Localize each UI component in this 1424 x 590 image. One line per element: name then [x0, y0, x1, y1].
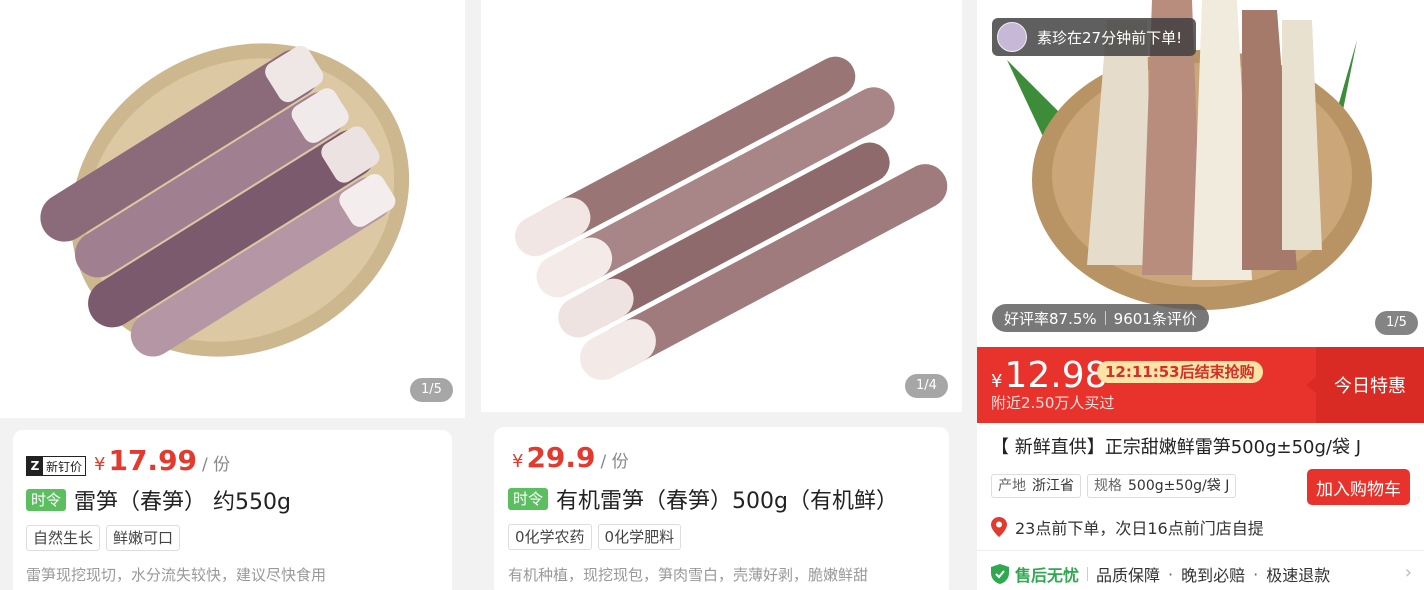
- promo-banner: ¥ 12.98 12:11:53后结束抢购 附近2.50万人买过 今日特惠: [977, 347, 1424, 423]
- image-counter: 1/4: [905, 374, 948, 398]
- location-pin-icon: [991, 517, 1007, 537]
- image-counter: 1/5: [1375, 311, 1418, 335]
- z-logo-icon: Z: [27, 457, 43, 475]
- bamboo-shoots-image: [515, 56, 948, 381]
- nearby-buyers: 附近2.50万人买过: [991, 394, 1115, 412]
- price-unit: / 份: [202, 455, 231, 475]
- product-image-2[interactable]: [481, 0, 962, 412]
- avatar: [997, 22, 1027, 52]
- product-info-card: ¥ 29.9 / 份 时令 有机雷笋（春笋）500g（有机鲜） 0化学农药 0化…: [494, 427, 949, 590]
- product-title: 【 新鲜直供】正宗甜嫩鲜雷笋500g±50g/袋 J: [991, 437, 1362, 458]
- price: 29.9: [526, 441, 596, 474]
- price: 17.99: [108, 444, 198, 477]
- product-image-1[interactable]: [0, 0, 465, 418]
- feature-tag: 自然生长: [26, 525, 101, 551]
- season-tag: 时令: [26, 489, 67, 511]
- product-card-2[interactable]: 1/4 ¥ 29.9 / 份 时令 有机雷笋（春笋）500g（有机鲜） 0化学农…: [481, 0, 962, 590]
- image-counter: 1/5: [410, 378, 453, 402]
- pickup-info: 23点前下单，次日16点前门店自提: [991, 515, 1264, 539]
- origin-spec: 产地 浙江省: [991, 474, 1081, 498]
- feature-tag: 鲜嫩可口: [106, 525, 181, 551]
- spec-row: 产地 浙江省 规格 500g±50g/袋 J: [991, 474, 1237, 498]
- product-title[interactable]: 雷笋（春笋） 约550g: [74, 484, 291, 516]
- season-tag: 时令: [508, 488, 549, 510]
- fresh-price-badge: Z 新钉价: [26, 456, 87, 476]
- service-row[interactable]: 售后无忧 品质保障 · 晚到必赔 · 极速退款: [991, 562, 1330, 586]
- product-info-card: Z 新钉价 ¥ 17.99 / 份 时令 雷笋（春笋） 约550g 自然生长 鲜…: [13, 430, 452, 590]
- add-to-cart-button[interactable]: 加入购物车: [1307, 469, 1410, 505]
- feature-tag: 0化学肥料: [597, 524, 682, 550]
- chevron-right-icon[interactable]: ›: [1405, 562, 1412, 583]
- today-deal-label: 今日特惠: [1306, 347, 1424, 423]
- size-spec: 规格 500g±50g/袋 J: [1087, 474, 1237, 498]
- order-notification: 素珍在27分钟前下单!: [992, 18, 1197, 56]
- feature-tag: 0化学农药: [508, 524, 592, 550]
- shield-check-icon: [991, 564, 1009, 584]
- promo-price: 12.98: [1004, 355, 1108, 396]
- product-card-1[interactable]: 1/5 Z 新钉价 ¥ 17.99 / 份 时令 雷笋（春笋） 约550g 自然…: [0, 0, 465, 590]
- divider: [977, 550, 1424, 551]
- price-unit: / 份: [600, 452, 629, 472]
- countdown-badge: 12:11:53后结束抢购: [1097, 361, 1263, 383]
- product-desc: 雷笋现挖现切，水分流失较快，建议尽快食用: [26, 566, 327, 584]
- product-title[interactable]: 有机雷笋（春笋）500g（有机鲜）: [556, 483, 898, 515]
- rating-badge[interactable]: 好评率87.5% 9601条评价: [992, 304, 1209, 332]
- product-detail: 素珍在27分钟前下单! 好评率87.5% 9601条评价 1/5 ¥ 12.98…: [977, 0, 1424, 590]
- product-desc: 有机种植，现挖现包，笋肉雪白，壳薄好剥，脆嫩鲜甜: [508, 566, 869, 584]
- bamboo-shoot-basket-image: [40, 43, 410, 357]
